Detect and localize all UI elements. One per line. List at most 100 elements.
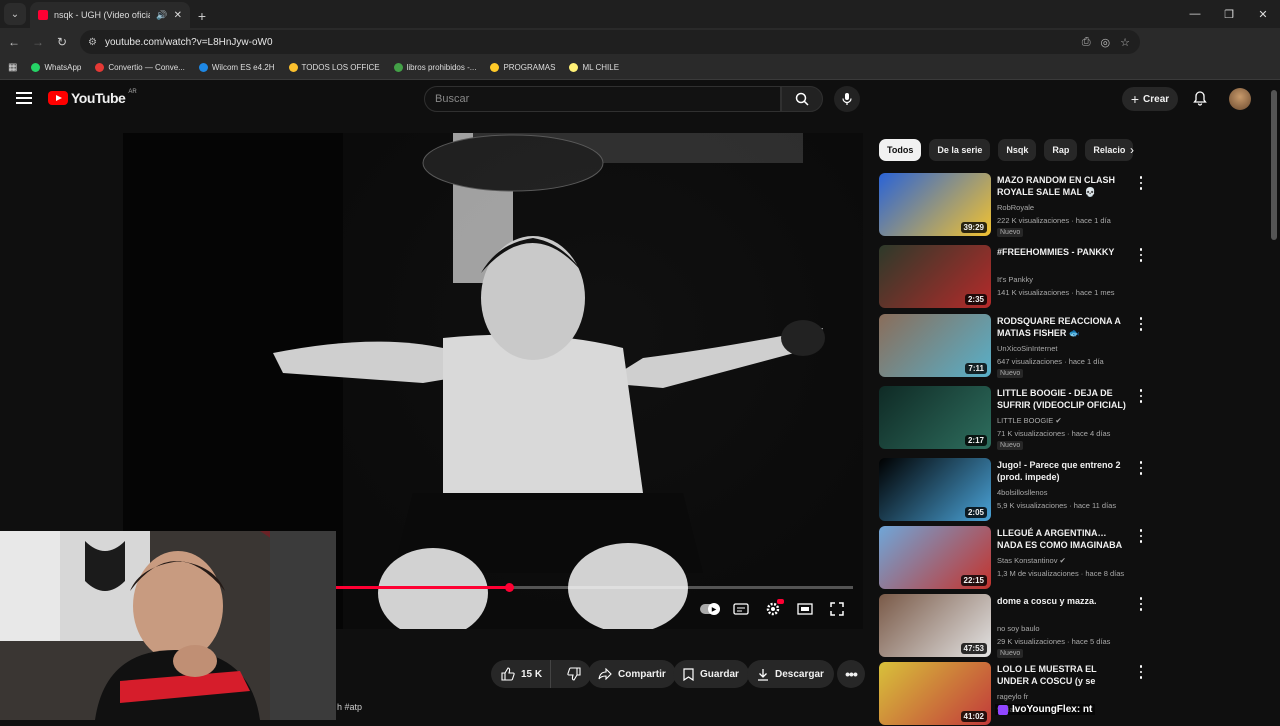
recommended-video[interactable]: 47:53 dome a coscu y mazza. no soy baulo 29…: [879, 594, 1149, 658]
recommended-video[interactable]: 41:02 LOLO LE MUESTRA EL UNDER A COSCU (y…: [879, 662, 1149, 726]
more-options-icon[interactable]: [1137, 664, 1145, 680]
video-title[interactable]: RODSQUARE REACCIONA A MATIAS FISHER 🐟: [997, 315, 1127, 339]
more-options-icon[interactable]: [1137, 247, 1145, 263]
bookmark-item[interactable]: WhatsApp: [31, 63, 81, 72]
minimize-icon[interactable]: —: [1178, 0, 1212, 28]
chip-todos[interactable]: Todos: [879, 139, 922, 161]
create-button[interactable]: + Crear: [1122, 87, 1178, 111]
chips-next-arrow-icon[interactable]: ›: [1124, 141, 1140, 159]
forward-icon[interactable]: →: [26, 30, 50, 54]
new-tab-button[interactable]: +: [190, 4, 214, 28]
site-info-icon[interactable]: ⚙: [88, 37, 97, 48]
like-dislike-group: 15 K: [491, 660, 591, 688]
subtitles-icon[interactable]: [730, 599, 752, 619]
recommended-video[interactable]: 2:35 #FREEHOMMIES - PANKKY It's Pankky 141 …: [879, 245, 1149, 309]
recommended-video[interactable]: 7:11 RODSQUARE REACCIONA A MATIAS FISHER …: [879, 314, 1149, 378]
channel-name[interactable]: RobRoyale: [997, 201, 1034, 214]
install-app-icon[interactable]: ⎙: [1082, 36, 1091, 49]
video-thumbnail[interactable]: 22:15: [879, 526, 991, 589]
fullscreen-icon[interactable]: [826, 599, 848, 619]
save-button[interactable]: Guardar: [673, 660, 749, 688]
video-title[interactable]: #FREEHOMMIES - PANKKY: [997, 246, 1127, 258]
bookmark-item[interactable]: libros prohibidos -...: [393, 63, 476, 72]
more-options-icon[interactable]: [1137, 388, 1145, 404]
more-options-icon[interactable]: [1137, 175, 1145, 191]
recommended-video[interactable]: 39:29 MAZO RANDOM EN CLASH ROYALE SALE MA…: [879, 173, 1149, 237]
address-bar[interactable]: ⚙ youtube.com/watch?v=L8HnJyw-oW0 ⎙ ◎ ☆: [80, 30, 1140, 54]
video-thumbnail[interactable]: 2:17: [879, 386, 991, 449]
bookmark-item[interactable]: ML CHILE: [569, 63, 619, 72]
video-thumbnail[interactable]: 7:11: [879, 314, 991, 377]
recommended-video[interactable]: 2:17 LITTLE BOOGIE - DEJA DE SUFRIR (VIDE…: [879, 386, 1149, 450]
tab-search-button[interactable]: ⌄: [4, 3, 26, 25]
video-title[interactable]: dome a coscu y mazza.: [997, 595, 1127, 607]
video-title[interactable]: LLEGUÉ A ARGENTINA… NADA ES COMO IMAGINA…: [997, 527, 1127, 551]
recommended-video[interactable]: 22:15 LLEGUÉ A ARGENTINA… NADA ES COMO IM…: [879, 526, 1149, 590]
video-title[interactable]: MAZO RANDOM EN CLASH ROYALE SALE MAL 💀: [997, 174, 1127, 198]
more-actions-button[interactable]: •••: [837, 660, 865, 688]
video-thumbnail[interactable]: 41:02: [879, 662, 991, 725]
save-label: Guardar: [700, 668, 739, 680]
description-snippet[interactable]: h #atp: [337, 702, 362, 712]
channel-name[interactable]: LITTLE BOOGIE ✔: [997, 414, 1062, 427]
video-thumbnail[interactable]: 2:05: [879, 458, 991, 521]
restore-icon[interactable]: ❐: [1212, 0, 1246, 28]
video-thumbnail[interactable]: 2:35: [879, 245, 991, 308]
eye-slash-icon[interactable]: ◎: [1101, 36, 1111, 49]
thumbs-up-icon: [501, 667, 515, 681]
plus-icon: +: [1130, 91, 1140, 107]
bookmark-item[interactable]: Convertio — Conve...: [95, 63, 185, 72]
browser-tab[interactable]: nsqk - UGH (Video oficial) 🔊 ✕: [30, 2, 190, 28]
bookmark-star-icon[interactable]: ☆: [1120, 36, 1130, 49]
settings-gear-icon[interactable]: [762, 599, 784, 619]
menu-hamburger-icon[interactable]: [16, 92, 32, 104]
voice-search-button[interactable]: [834, 86, 860, 112]
bookmark-item[interactable]: TODOS LOS OFFICE: [288, 63, 380, 72]
tab-close-icon[interactable]: ✕: [174, 10, 182, 21]
theater-mode-icon[interactable]: [794, 599, 816, 619]
reload-icon[interactable]: ↻: [50, 30, 74, 54]
channel-name[interactable]: Stas Konstantinov ✔: [997, 554, 1066, 567]
channel-name[interactable]: rageylo fr: [997, 690, 1028, 703]
view-count: 141 K visualizaciones · hace 1 mes: [997, 288, 1115, 297]
progress-scrubber[interactable]: [504, 583, 514, 592]
dislike-button[interactable]: [557, 660, 591, 688]
video-title[interactable]: LITTLE BOOGIE - DEJA DE SUFRIR (VIDEOCLI…: [997, 387, 1127, 411]
autoplay-toggle[interactable]: ▶: [699, 599, 721, 619]
search-input[interactable]: Buscar: [424, 86, 781, 112]
more-options-icon[interactable]: [1137, 316, 1145, 332]
speaker-icon[interactable]: 🔊: [156, 10, 167, 21]
close-window-icon[interactable]: ✕: [1246, 0, 1280, 28]
video-title[interactable]: Jugo! - Parece que entreno 2 (prod. impe…: [997, 459, 1127, 483]
share-button[interactable]: Compartir: [588, 660, 676, 688]
back-icon[interactable]: ←: [2, 30, 26, 54]
bookmark-item[interactable]: Wilcom ES e4.2H: [198, 63, 275, 72]
account-avatar[interactable]: [1229, 88, 1251, 110]
view-count: 71 K visualizaciones · hace 4 días: [997, 429, 1111, 438]
chip-de-la-serie[interactable]: De la serie: [929, 139, 991, 161]
chat-overlay-username: IvoYoungFlex: nt: [995, 704, 1096, 715]
bookmark-item[interactable]: PROGRAMAS: [490, 63, 555, 72]
page-scrollbar[interactable]: [1271, 90, 1277, 240]
more-options-icon[interactable]: [1137, 528, 1145, 544]
view-count: 647 visualizaciones · hace 1 día: [997, 357, 1104, 366]
recommended-video[interactable]: 2:05 Jugo! - Parece que entreno 2 (prod. …: [879, 458, 1149, 522]
channel-name[interactable]: 4bolsillosllenos: [997, 486, 1047, 499]
channel-name[interactable]: It's Pankky: [997, 273, 1033, 286]
channel-name[interactable]: UnXicoSinInternet: [997, 342, 1057, 355]
channel-name[interactable]: no soy baulo: [997, 622, 1040, 635]
video-title[interactable]: LOLO LE MUESTRA EL UNDER A COSCU (y se p…: [997, 663, 1127, 689]
video-thumbnail[interactable]: 47:53: [879, 594, 991, 657]
youtube-logo[interactable]: YouTube AR: [48, 89, 137, 106]
apps-grid-icon[interactable]: ▦: [8, 62, 17, 73]
chip-nsqk[interactable]: Nsqk: [998, 139, 1037, 161]
more-options-icon[interactable]: [1137, 460, 1145, 476]
video-thumbnail[interactable]: 39:29: [879, 173, 991, 236]
notifications-bell-icon[interactable]: [1192, 90, 1208, 106]
video-progress-bar[interactable]: [323, 583, 853, 592]
search-button[interactable]: [781, 86, 823, 112]
download-button[interactable]: Descargar: [747, 660, 834, 688]
like-button[interactable]: 15 K: [491, 660, 552, 688]
more-options-icon[interactable]: [1137, 596, 1145, 612]
chip-rap[interactable]: Rap: [1044, 139, 1078, 161]
